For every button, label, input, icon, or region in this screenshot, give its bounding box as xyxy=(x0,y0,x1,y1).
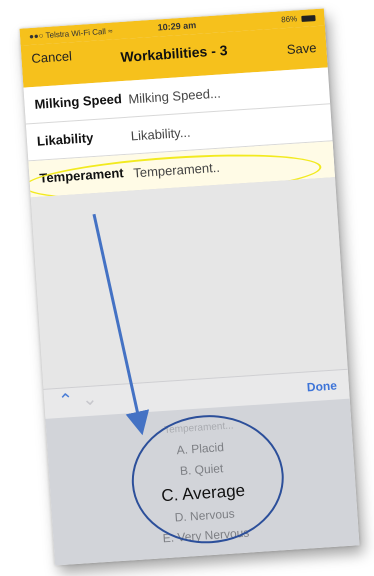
annotation-arrow xyxy=(92,213,150,436)
phone-screen: ●●○ Telstra Wi-Fi Call ≈ 10:29 am 86% Ca… xyxy=(19,8,360,566)
